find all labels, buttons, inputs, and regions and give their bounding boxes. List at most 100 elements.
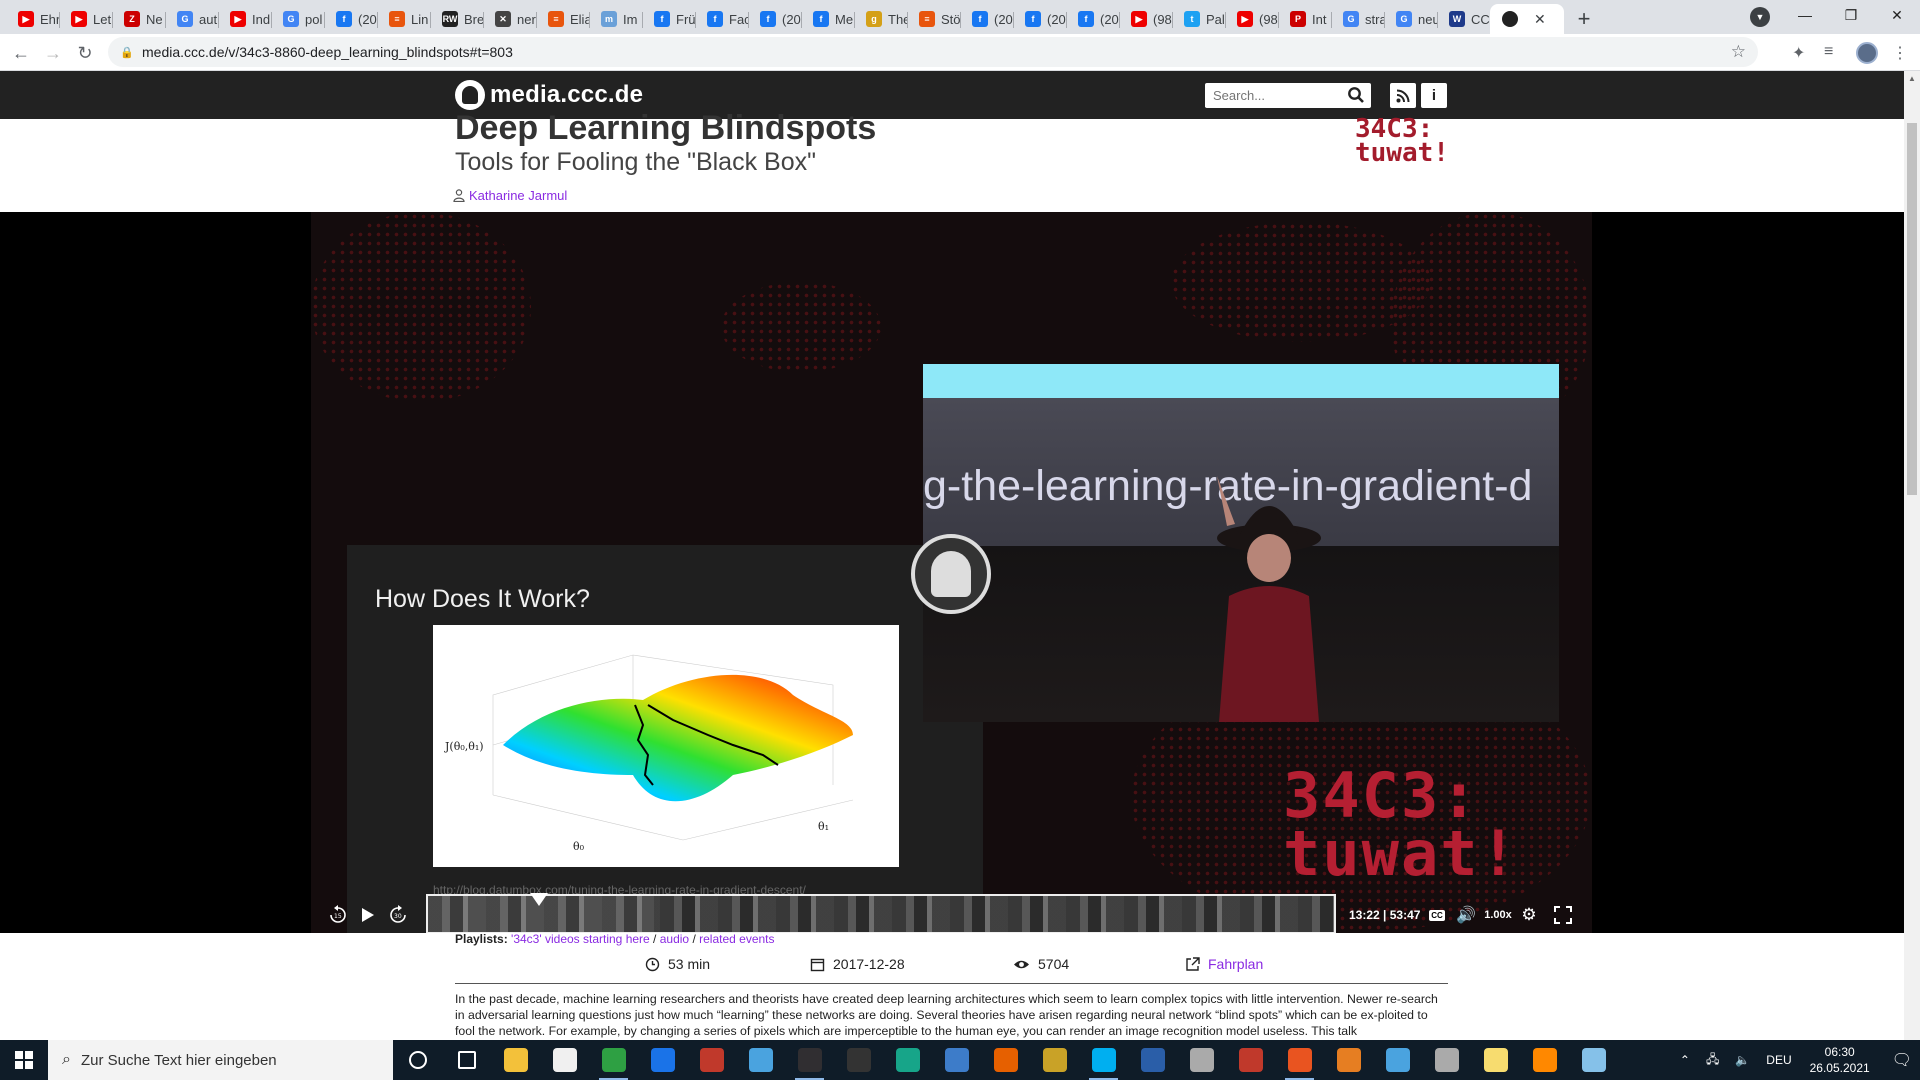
new-tab-button[interactable]: + [1564, 4, 1604, 34]
voicemeeter-icon[interactable] [687, 1040, 736, 1080]
browser-tab[interactable]: f Fac [695, 4, 748, 34]
browser-tab[interactable]: ▶ (98 [1225, 4, 1278, 34]
volume-icon[interactable]: 🔊 [1456, 904, 1476, 926]
speaker-icon[interactable]: 🔈 [1735, 1053, 1750, 1067]
browser-tab[interactable]: ▶ Ind [218, 4, 271, 34]
browser-tab[interactable]: m Im [589, 4, 642, 34]
settings-gear-icon[interactable]: ⚙ [1519, 904, 1539, 926]
powerautomate-icon[interactable] [932, 1040, 981, 1080]
fahrplan-label[interactable]: Fahrplan [1208, 956, 1263, 972]
browser-tab[interactable]: Z Ne [112, 4, 165, 34]
fullscreen-icon[interactable] [1553, 904, 1573, 926]
browser-tab[interactable]: RW Bre [430, 4, 483, 34]
scrollbar-thumb[interactable] [1907, 123, 1917, 495]
playlist-link-audio[interactable]: audio [660, 932, 689, 946]
task-view-icon[interactable] [442, 1040, 491, 1080]
forward-30-icon[interactable]: 30 [387, 904, 409, 926]
browser-tab[interactable]: Gpol [271, 4, 324, 34]
browser-tab[interactable]: f (20 [960, 4, 1013, 34]
firefox-icon[interactable] [981, 1040, 1030, 1080]
search-icon[interactable] [1347, 86, 1365, 104]
browser-tab[interactable]: f Frü [642, 4, 695, 34]
browser-tab[interactable]: ▶ Ehr [6, 4, 59, 34]
app-icon[interactable] [736, 1040, 785, 1080]
show-hidden-icons-icon[interactable]: ⌃ [1680, 1053, 1690, 1067]
browser-tab[interactable]: ▶ Let [59, 4, 112, 34]
xming-icon[interactable] [1324, 1040, 1373, 1080]
cortana-icon[interactable] [393, 1040, 442, 1080]
start-button[interactable] [0, 1040, 48, 1080]
browser-tab[interactable]: Gstra [1331, 4, 1384, 34]
chrome-icon[interactable] [589, 1040, 638, 1080]
app4-icon[interactable] [1422, 1040, 1471, 1080]
browser-tab[interactable]: ≡ Elia [536, 4, 589, 34]
play-button[interactable] [358, 904, 378, 926]
video-player[interactable]: How Does It Work? J(θ₀,θ₁) θ₀ θ₁ http://… [0, 212, 1904, 934]
skype-icon[interactable] [1079, 1040, 1128, 1080]
browser-tab[interactable]: t Pal [1172, 4, 1225, 34]
browser-tab-active[interactable]: ✕ [1490, 4, 1564, 34]
browser-tab[interactable]: ✕ ner [483, 4, 536, 34]
notifications-icon[interactable]: 🗨 [1892, 1050, 1912, 1070]
extensions-icon[interactable]: ✦ [1792, 43, 1805, 63]
notes-icon[interactable] [1471, 1040, 1520, 1080]
browser-tab[interactable]: Gaut [165, 4, 218, 34]
progress-handle[interactable] [530, 893, 548, 906]
bookmark-star-icon[interactable]: ☆ [1731, 42, 1746, 62]
playlist-link-34c3[interactable]: '34c3' videos starting here [511, 932, 650, 946]
closed-captions-button[interactable]: CC [1427, 904, 1447, 926]
browser-tab[interactable]: Gneu [1384, 4, 1437, 34]
browser-tab[interactable]: W CC [1437, 4, 1490, 34]
speaker-link[interactable]: Katharine Jarmul [453, 188, 567, 203]
media-control-icon[interactable]: ≡ [1824, 43, 1833, 61]
address-bar[interactable]: 🔒 media.ccc.de/v/34c3-8860-deep_learning… [108, 37, 1758, 67]
video-progress-bar[interactable] [426, 894, 1336, 934]
browser-tab[interactable]: f (20 [1066, 4, 1119, 34]
scrivener-icon[interactable] [1226, 1040, 1275, 1080]
close-tab-icon[interactable]: ✕ [1534, 11, 1546, 28]
live-icon[interactable] [834, 1040, 883, 1080]
app3-icon[interactable] [1373, 1040, 1422, 1080]
camtasia-icon[interactable] [883, 1040, 932, 1080]
edge-icon[interactable] [638, 1040, 687, 1080]
taskbar-search-placeholder[interactable]: Zur Suche Text hier eingeben [81, 1052, 277, 1069]
obs-icon[interactable] [785, 1040, 834, 1080]
app2-icon[interactable] [1177, 1040, 1226, 1080]
browser-tab[interactable]: ≡ Lin [377, 4, 430, 34]
ubuntu-icon[interactable] [1275, 1040, 1324, 1080]
site-logo[interactable]: media.ccc.de [455, 80, 643, 110]
browser-tab[interactable]: f Me [801, 4, 854, 34]
browser-tab[interactable]: f (20 [748, 4, 801, 34]
site-search-input[interactable] [1205, 84, 1335, 107]
file-explorer-icon[interactable] [491, 1040, 540, 1080]
playback-speed[interactable]: 1.00x [1483, 904, 1513, 926]
pen-icon[interactable] [1030, 1040, 1079, 1080]
vlc-icon[interactable] [1520, 1040, 1569, 1080]
tab-search-icon[interactable]: ▼ [1750, 7, 1770, 27]
browser-tab[interactable]: ▶ (98 [1119, 4, 1172, 34]
rss-button[interactable] [1390, 83, 1416, 108]
browser-tab[interactable]: ≡ Stö [907, 4, 960, 34]
network-icon[interactable]: 🖧 [1706, 1050, 1719, 1071]
browser-tab[interactable]: g The [854, 4, 907, 34]
browser-menu-icon[interactable]: ⋮ [1892, 43, 1908, 63]
store-icon[interactable] [540, 1040, 589, 1080]
app5-icon[interactable] [1569, 1040, 1618, 1080]
language-indicator[interactable]: DEU [1766, 1053, 1791, 1067]
page-scrollbar[interactable]: ▲ ▼ [1904, 71, 1920, 1051]
browser-tab[interactable]: f (20 [324, 4, 377, 34]
restore-button[interactable]: ❐ [1828, 0, 1874, 30]
browser-tab[interactable]: P Int [1278, 4, 1331, 34]
info-button[interactable]: i [1421, 83, 1447, 108]
forward-icon[interactable]: → [41, 41, 65, 65]
clock[interactable]: 06:30 26.05.2021 [1810, 1044, 1870, 1076]
scroll-up-icon[interactable]: ▲ [1904, 71, 1920, 87]
profile-avatar[interactable] [1856, 42, 1878, 64]
playlist-link-related[interactable]: related events [699, 932, 774, 946]
fahrplan-link[interactable]: Fahrplan [1185, 956, 1263, 972]
rewind-15-icon[interactable]: 15 [327, 904, 349, 926]
browser-tab[interactable]: f (20 [1013, 4, 1066, 34]
url-text[interactable]: media.ccc.de/v/34c3-8860-deep_learning_b… [142, 44, 513, 60]
minimize-button[interactable]: — [1782, 0, 1828, 30]
back-icon[interactable]: ← [9, 41, 33, 65]
